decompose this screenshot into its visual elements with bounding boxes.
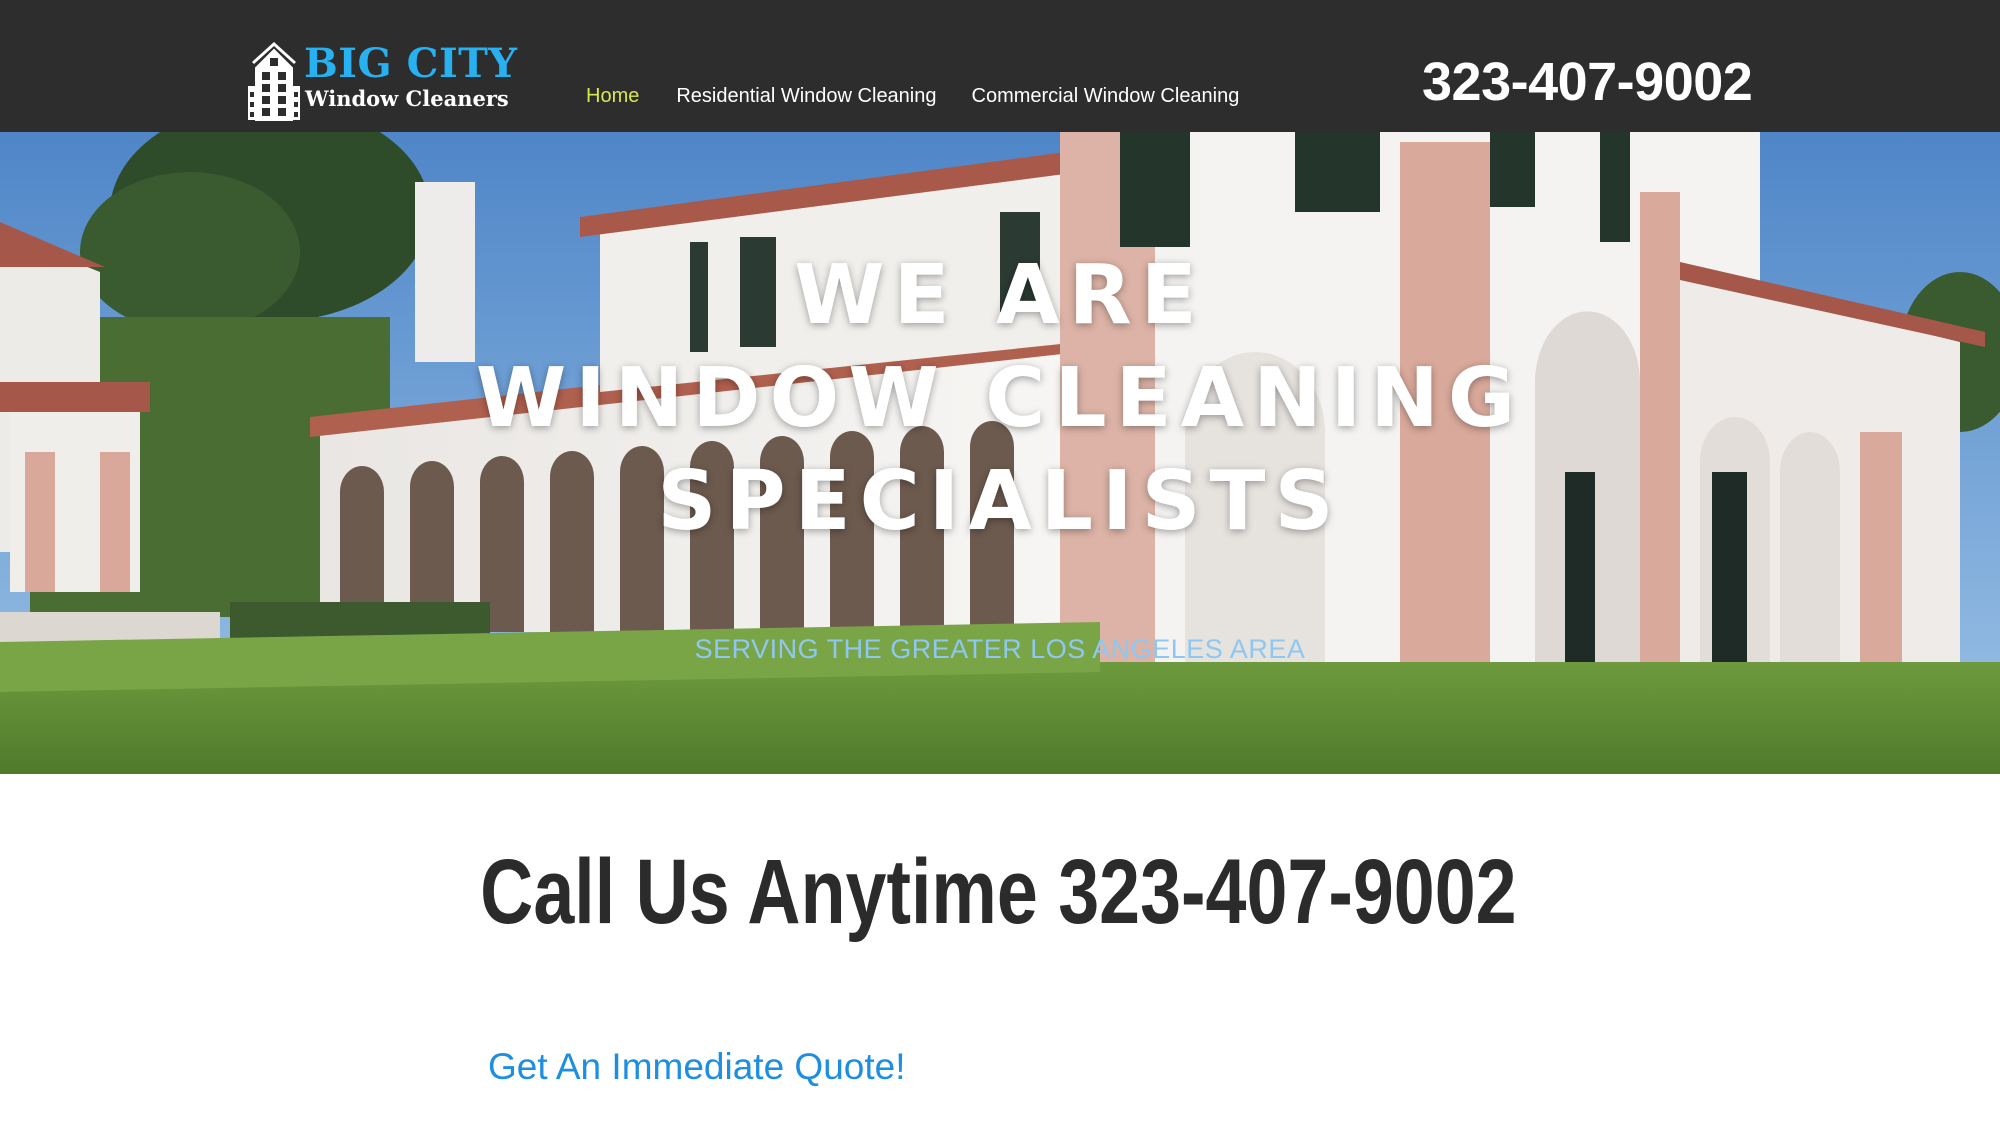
site-header: BIG CITY Window Cleaners Home Residentia… <box>0 0 2000 132</box>
main-nav: Home Residential Window Cleaning Commerc… <box>586 83 1239 111</box>
header-phone-number[interactable]: 323-407-9002 <box>1422 52 1753 112</box>
site-logo[interactable]: BIG CITY Window Cleaners <box>248 40 517 122</box>
logo-subtitle: Window Cleaners <box>305 86 509 111</box>
hero-headline-line-1: WE ARE <box>794 248 1206 343</box>
nav-item-residential-window-cleaning[interactable]: Residential Window Cleaning <box>676 83 936 111</box>
call-us-heading: Call Us Anytime 323-407-9002 <box>480 841 1517 943</box>
get-quote-link[interactable]: Get An Immediate Quote! <box>488 1045 906 1089</box>
logo-title: BIG CITY <box>304 40 518 87</box>
hero-headline-line-2: WINDOW CLEANING <box>475 351 1525 446</box>
nav-item-commercial-window-cleaning[interactable]: Commercial Window Cleaning <box>972 83 1240 111</box>
building-icon <box>248 42 300 121</box>
hero-subheadline: SERVING THE GREATER LOS ANGELES AREA <box>694 634 1306 664</box>
nav-item-home[interactable]: Home <box>586 83 639 111</box>
hero-headline: WE ARE WINDOW CLEANING SPECIALISTS <box>0 244 2000 553</box>
hero-banner: WE ARE WINDOW CLEANING SPECIALISTS SERVI… <box>0 132 2000 774</box>
hero-headline-line-3: SPECIALISTS <box>657 454 1343 549</box>
